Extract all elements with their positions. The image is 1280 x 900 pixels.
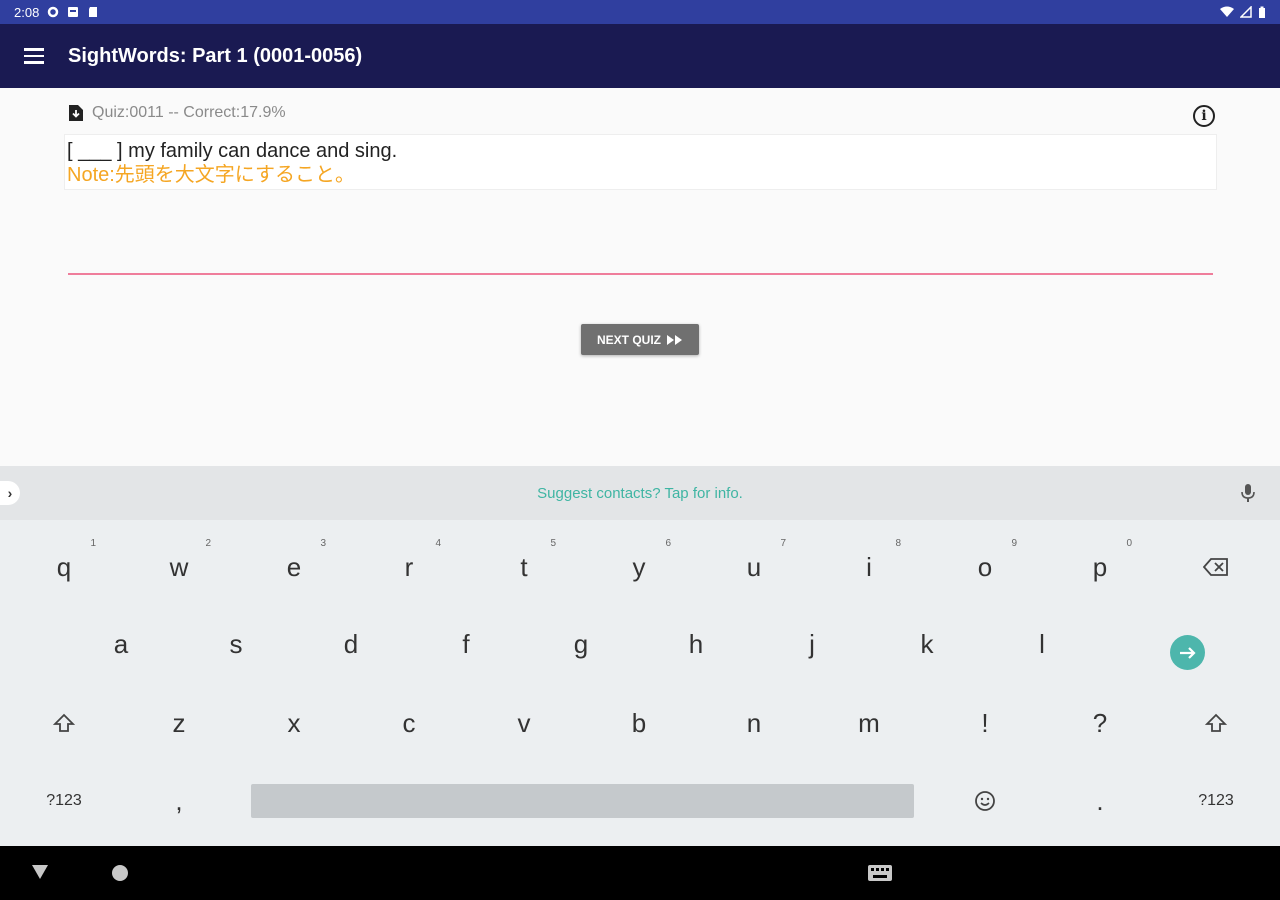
- app-bar: SightWords: Part 1 (0001-0056): [0, 24, 1280, 88]
- arrow-right-icon: [1179, 646, 1196, 659]
- shift-icon: [1205, 713, 1227, 732]
- expand-toolbar-button[interactable]: ›: [0, 481, 20, 505]
- home-icon[interactable]: [112, 865, 128, 881]
- emoji-icon: [975, 791, 995, 811]
- key-l[interactable]: l: [1002, 609, 1082, 679]
- status-bar: 2:08: [0, 0, 1280, 24]
- symbols-key-left[interactable]: ?123: [24, 766, 104, 836]
- navigation-bar: [0, 846, 1280, 900]
- key-k[interactable]: k: [887, 609, 967, 679]
- enter-key[interactable]: [1170, 635, 1205, 670]
- emoji-key[interactable]: [945, 766, 1025, 836]
- key-s[interactable]: s: [196, 609, 276, 679]
- shift-icon: [53, 713, 75, 732]
- next-quiz-label: NEXT QUIZ: [596, 332, 661, 347]
- suggestion-text[interactable]: Suggest contacts? Tap for info.: [537, 485, 743, 502]
- key-d[interactable]: d: [311, 609, 391, 679]
- quiz-status-text: Quiz:0011 -- Correct:17.9%: [92, 104, 286, 121]
- space-bar[interactable]: [251, 784, 914, 818]
- key-v[interactable]: v: [484, 688, 564, 758]
- key-r[interactable]: r4: [369, 532, 449, 602]
- key-h[interactable]: h: [656, 609, 736, 679]
- key-question[interactable]: ?: [1060, 688, 1140, 758]
- question-card: [ ___ ] my family can dance and sing. No…: [64, 134, 1217, 190]
- fast-forward-icon: [667, 334, 682, 345]
- wifi-icon: [1220, 6, 1234, 17]
- key-w[interactable]: w2: [139, 532, 219, 602]
- back-icon[interactable]: [31, 864, 49, 880]
- note-text: Note:先頭を大文字にすること。: [67, 164, 356, 186]
- key-j[interactable]: j: [772, 609, 852, 679]
- key-n[interactable]: n: [714, 688, 794, 758]
- key-u[interactable]: u7: [714, 532, 794, 602]
- battery-icon: [1259, 6, 1265, 18]
- shift-key-right[interactable]: [1176, 688, 1256, 758]
- key-x[interactable]: x: [254, 688, 334, 758]
- key-g[interactable]: g: [541, 609, 621, 679]
- suggestion-strip: › Suggest contacts? Tap for info.: [0, 466, 1280, 520]
- notification-icon: [68, 7, 79, 17]
- key-y[interactable]: y6: [599, 532, 679, 602]
- backspace-key[interactable]: [1176, 532, 1256, 602]
- status-time: 2:08: [14, 4, 40, 20]
- key-t[interactable]: t5: [484, 532, 564, 602]
- keyboard-switch-icon[interactable]: [868, 865, 892, 881]
- next-quiz-button[interactable]: NEXT QUIZ: [581, 324, 699, 355]
- key-f[interactable]: f: [426, 609, 506, 679]
- soft-keyboard: › Suggest contacts? Tap for info. q1 w2 …: [0, 466, 1280, 846]
- backspace-icon: [1203, 558, 1228, 576]
- key-a[interactable]: a: [81, 609, 161, 679]
- app-title: SightWords: Part 1 (0001-0056): [68, 44, 363, 67]
- document-download-icon: [69, 105, 83, 121]
- question-text: [ ___ ] my family can dance and sing.: [67, 140, 398, 162]
- key-comma[interactable]: ,: [139, 766, 219, 836]
- key-m[interactable]: m: [829, 688, 909, 758]
- key-o[interactable]: o9: [945, 532, 1025, 602]
- signal-icon: [1240, 6, 1252, 18]
- key-p[interactable]: p0: [1060, 532, 1140, 602]
- answer-input[interactable]: [68, 273, 1213, 275]
- menu-icon[interactable]: [24, 44, 48, 68]
- settings-icon: [48, 6, 59, 18]
- key-period[interactable]: .: [1060, 766, 1140, 836]
- key-exclamation[interactable]: !: [945, 688, 1025, 758]
- quiz-header: Quiz:0011 -- Correct:17.9%: [68, 104, 286, 122]
- key-z[interactable]: z: [139, 688, 219, 758]
- mic-icon[interactable]: [1238, 482, 1258, 504]
- key-e[interactable]: e3: [254, 532, 334, 602]
- info-icon[interactable]: i: [1193, 105, 1215, 127]
- key-q[interactable]: q1: [24, 532, 104, 602]
- key-b[interactable]: b: [599, 688, 679, 758]
- quiz-area: Quiz:0011 -- Correct:17.9% i [ ___ ] my …: [0, 88, 1280, 466]
- sd-card-icon: [89, 7, 98, 17]
- key-i[interactable]: i8: [829, 532, 909, 602]
- key-c[interactable]: c: [369, 688, 449, 758]
- symbols-key-right[interactable]: ?123: [1176, 766, 1256, 836]
- shift-key-left[interactable]: [24, 688, 104, 758]
